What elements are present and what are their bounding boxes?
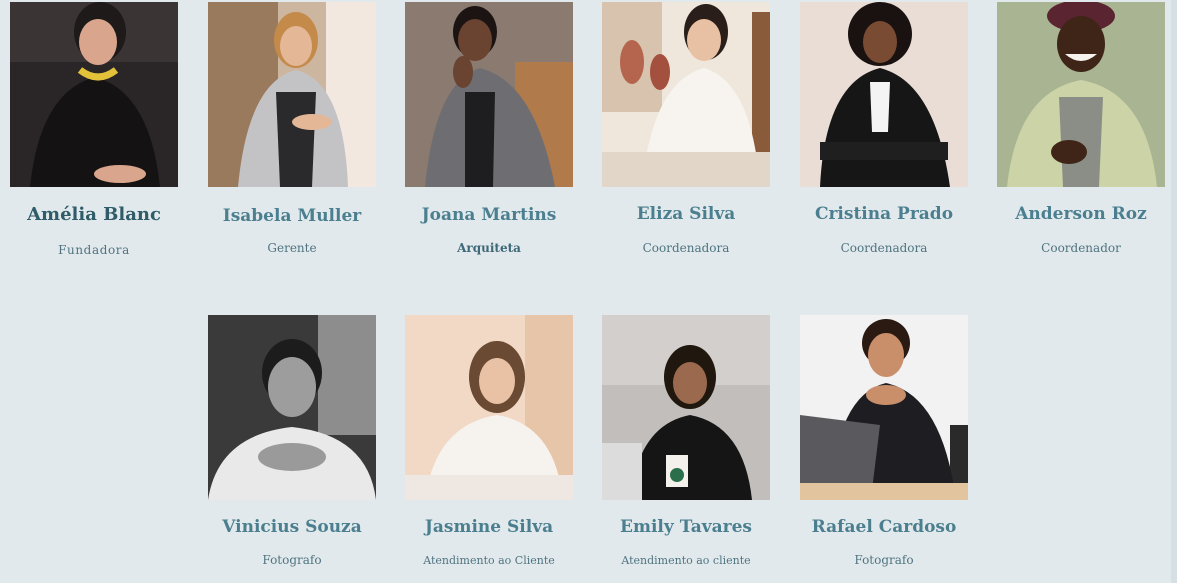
member-name: Eliza Silva bbox=[636, 204, 736, 224]
member-role: Arquiteta bbox=[457, 241, 521, 255]
member-role: Gerente bbox=[267, 241, 317, 255]
member-name: Rafael Cardoso bbox=[811, 517, 957, 537]
member-name: Joana Martins bbox=[421, 205, 557, 225]
page-scrollbar[interactable] bbox=[1171, 0, 1177, 583]
member-name: Jasmine Silva bbox=[424, 517, 554, 537]
member-name: Anderson Roz bbox=[1015, 204, 1147, 224]
member-photo bbox=[602, 2, 770, 187]
member-name: Cristina Prado bbox=[814, 204, 954, 224]
member-photo bbox=[10, 2, 178, 187]
member-photo bbox=[800, 2, 968, 187]
member-role: Coordenadora bbox=[840, 241, 928, 255]
member-photo bbox=[208, 2, 376, 187]
member-name: Emily Tavares bbox=[620, 517, 752, 537]
member-role: Coordenadora bbox=[642, 241, 730, 255]
member-photo bbox=[405, 315, 573, 500]
member-photo bbox=[405, 2, 573, 187]
member-photo bbox=[602, 315, 770, 500]
member-photo bbox=[997, 2, 1165, 187]
member-name: Amélia Blanc bbox=[27, 204, 161, 225]
member-name: Isabela Muller bbox=[222, 206, 362, 226]
member-role: Atendimento ao Cliente bbox=[423, 554, 555, 567]
member-photo bbox=[800, 315, 968, 500]
member-role: Fundadora bbox=[58, 243, 130, 257]
member-photo bbox=[208, 315, 376, 500]
member-role: Fotografo bbox=[854, 553, 914, 567]
member-role: Coordenador bbox=[1041, 241, 1121, 255]
member-name: Vinicius Souza bbox=[222, 517, 362, 537]
member-role: Atendimento ao cliente bbox=[621, 554, 751, 567]
member-role: Fotografo bbox=[262, 553, 322, 567]
